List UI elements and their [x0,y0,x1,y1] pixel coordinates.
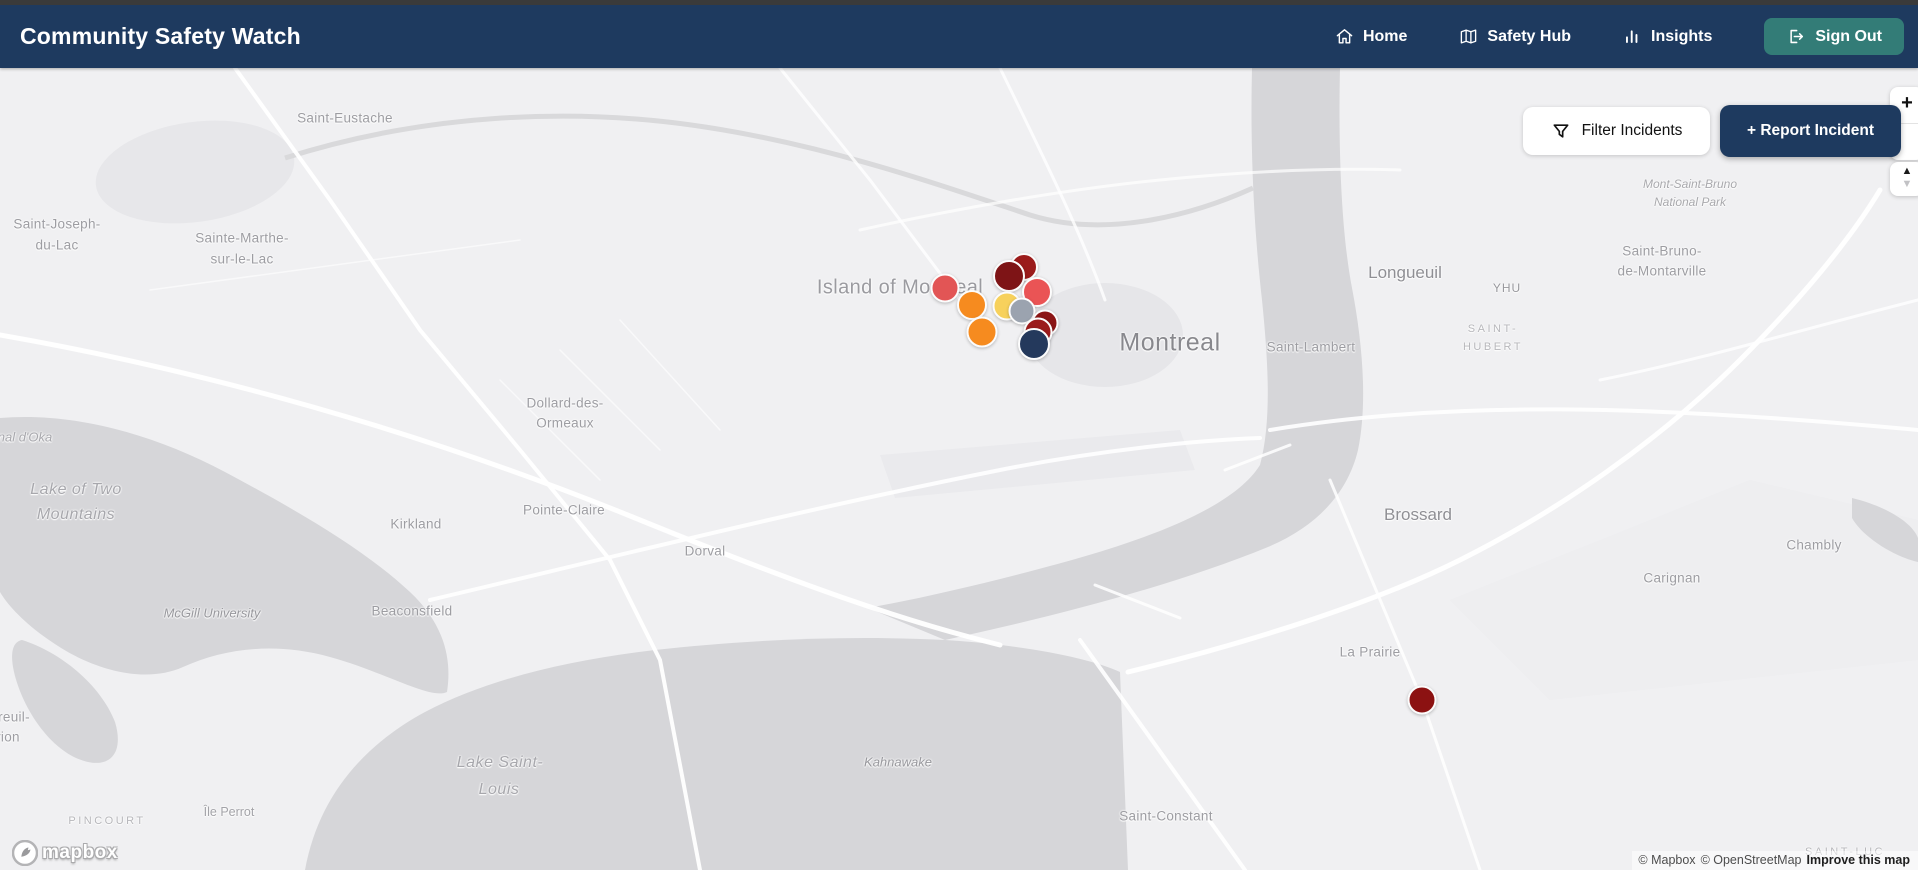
report-incident-button[interactable]: + Report Incident [1720,105,1901,157]
nav-safety-hub-label: Safety Hub [1487,27,1571,45]
mapbox-logo[interactable]: mapbox [12,840,118,866]
bar-chart-icon [1626,30,1638,43]
attrib-mapbox-link[interactable]: © Mapbox [1638,853,1695,867]
nav-item-safety-hub[interactable]: Safety Hub [1459,27,1571,46]
mapbox-logo-icon [12,840,38,866]
incident-marker[interactable] [1018,328,1050,360]
map-attribution: © Mapbox © OpenStreetMap Improve this ma… [1632,851,1918,870]
incident-marker[interactable] [1407,685,1437,715]
incident-marker[interactable] [957,290,987,320]
window-top-strip [0,0,1918,5]
map-canvas[interactable]: Saint-Eustache Saint-Joseph-du-Lac Sainte-… [0,0,1918,870]
main-nav: Home Safety Hub Insights Sign Out [1335,18,1918,55]
map-pitch-control[interactable]: ▲ ▼ [1890,162,1918,196]
filter-icon [1553,124,1569,138]
nav-insights-label: Insights [1651,27,1713,45]
home-icon [1336,29,1353,44]
sign-out-button[interactable]: Sign Out [1764,18,1904,55]
attrib-osm-link[interactable]: © OpenStreetMap [1701,853,1802,867]
incident-marker[interactable] [930,273,960,303]
map-icon [1461,29,1477,44]
filter-incidents-button[interactable]: Filter Incidents [1523,107,1710,155]
community-safety-watch-app: Saint-Eustache Saint-Joseph-du-Lac Sainte-… [0,0,1918,870]
incident-marker[interactable] [966,316,998,348]
nav-home-label: Home [1362,27,1408,45]
stepper-up-icon[interactable]: ▲ [1890,165,1918,178]
mapbox-wordmark: mapbox [42,842,118,863]
nav-item-home[interactable]: Home [1335,27,1407,46]
stepper-down-icon[interactable]: ▼ [1890,178,1918,191]
nav-item-insights[interactable]: Insights [1623,27,1712,46]
app-title: Community Safety Watch [20,23,301,49]
sign-out-icon [1790,29,1804,44]
attrib-improve-link[interactable]: Improve this map [1807,853,1911,867]
filter-incidents-label: Filter Incidents [1581,122,1683,139]
incident-marker[interactable] [993,260,1025,292]
app-header: Community Safety Watch Home Safety Hub I… [0,5,1918,68]
sign-out-label: Sign Out [1815,27,1882,45]
